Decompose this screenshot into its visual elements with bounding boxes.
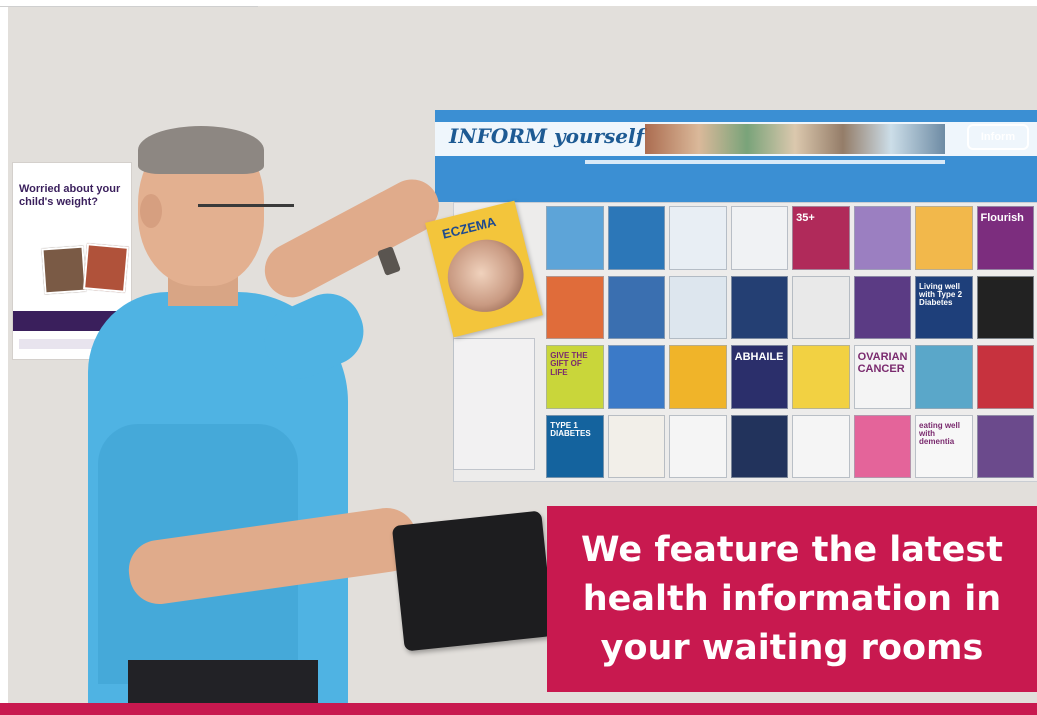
leaflet-pocket <box>976 345 1034 409</box>
leaflet-pocket: GIVE THE GIFT OF LIFE <box>546 345 604 409</box>
leaflet-pocket <box>792 345 850 409</box>
bottom-accent-bar <box>0 703 1037 715</box>
display-title: INFORM yourself <box>449 124 645 148</box>
caption-line-3: your waiting rooms <box>600 627 984 668</box>
leaflet-pocket <box>607 275 666 339</box>
leaflet-pocket <box>915 206 973 270</box>
leaflet-pocket <box>607 345 666 409</box>
man-in-blue-shirt <box>68 124 555 703</box>
held-leaflet-photo <box>440 231 532 320</box>
leaflet-pocket <box>607 206 666 270</box>
tablet-device <box>391 510 555 652</box>
leaflet-pocket: TYPE 1 DIABETES <box>546 414 604 478</box>
leaflet-pocket <box>976 414 1034 478</box>
leaflet-title: TYPE 1 DIABETES <box>550 420 591 438</box>
leaflet-title: GIVE THE GIFT OF LIFE <box>550 351 588 377</box>
header-photo-strip <box>645 124 945 154</box>
ad-banner: Worried about your child's weight? INFOR… <box>0 0 1037 715</box>
leaflet-title: Flourish <box>980 212 1024 224</box>
caption-line-2: health information in <box>582 578 1002 619</box>
leaflet-title: OVARIAN CANCER <box>857 351 908 375</box>
trousers <box>128 660 318 703</box>
leaflet-pocket <box>853 275 912 339</box>
leaflet-pocket <box>792 414 850 478</box>
leaflet-pocket: ABHAILE <box>730 345 789 409</box>
held-leaflet-title: ECZEMA <box>440 213 498 242</box>
leaflet-pocket: eating well with dementia <box>915 414 973 478</box>
caption-box: We feature the latest health information… <box>547 506 1037 692</box>
leaflet-title: ABHAILE <box>734 351 784 363</box>
leaflet-pocket <box>546 275 604 339</box>
leaflet-pocket: OVARIAN CANCER <box>853 345 912 409</box>
leaflet-title: Living well with Type 2 Diabetes <box>919 281 963 308</box>
logo-text: Inform <box>980 131 1016 143</box>
leaflet-pocket <box>730 206 789 270</box>
raised-arm <box>255 169 449 307</box>
leaflet-title: eating well with dementia <box>919 420 960 447</box>
leaflet-pocket: Living well with Type 2 Diabetes <box>915 275 973 339</box>
leaflet-pocket <box>607 414 666 478</box>
leaflet-pocket <box>546 206 604 270</box>
leaflet-pocket: Flourish <box>976 206 1034 270</box>
ear <box>140 194 162 228</box>
photo-corner-edge <box>0 0 258 7</box>
leaflet-pocket <box>915 345 973 409</box>
leaflet-rack: 35+ Flourish Living well with Type 2 Diabe… <box>453 202 1037 482</box>
leaflet-pocket <box>730 275 789 339</box>
inform-logo: Inform <box>967 124 1029 150</box>
leaflet-title: 35+ <box>796 212 815 224</box>
leaflet-pocket <box>853 206 912 270</box>
leaflet-pocket <box>792 275 850 339</box>
leaflet-pocket <box>669 345 727 409</box>
leaflet-pocket: 35+ <box>792 206 850 270</box>
caption-text: We feature the latest health information… <box>571 526 1013 673</box>
hair <box>138 126 264 174</box>
leaflet-pocket <box>669 275 727 339</box>
caption-line-1: We feature the latest <box>581 529 1003 570</box>
wristwatch <box>377 246 401 276</box>
display-header: INFORM yourself Inform <box>435 110 1037 202</box>
leaflet-pocket <box>976 275 1034 339</box>
leaflet-pocket <box>853 414 912 478</box>
header-subtext <box>585 160 945 164</box>
leaflet-pocket <box>730 414 789 478</box>
leaflet-pocket <box>669 414 727 478</box>
leaflet-pocket <box>669 206 727 270</box>
glasses <box>198 204 294 221</box>
